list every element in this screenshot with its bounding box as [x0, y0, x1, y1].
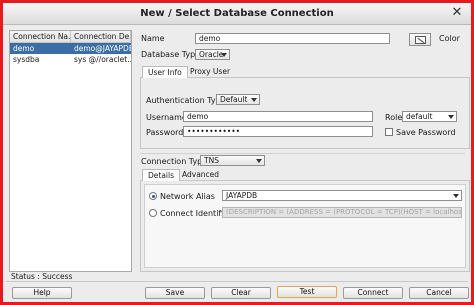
- connection-list[interactable]: Connection Na... Connection De... demo d…: [9, 30, 132, 272]
- network-alias-select[interactable]: JAYAPDB: [222, 190, 462, 201]
- chevron-down-icon: [251, 98, 257, 102]
- database-type-value: Oracle: [199, 50, 224, 59]
- tab-details[interactable]: Details: [142, 169, 181, 181]
- connection-row[interactable]: sysdba sys @//oraclet...: [10, 54, 131, 65]
- footer-divider: [6, 281, 468, 282]
- cancel-button[interactable]: Cancel: [409, 287, 469, 299]
- column-header-connection-name[interactable]: Connection Na...: [10, 31, 71, 42]
- section-divider: [140, 153, 465, 154]
- username-input[interactable]: demo: [183, 111, 373, 122]
- connection-details: sys @//oraclet...: [74, 55, 131, 64]
- chevron-down-icon: [221, 53, 227, 57]
- save-password-checkbox[interactable]: [385, 128, 393, 136]
- save-button[interactable]: Save: [145, 287, 205, 299]
- connection-name: demo: [13, 44, 35, 53]
- role-label: Role: [385, 113, 403, 122]
- authentication-type-label: Authentication Type: [146, 96, 226, 105]
- color-button[interactable]: [409, 33, 431, 46]
- color-label: Color: [439, 34, 460, 43]
- connect-identifier-label: Connect Identifier: [160, 209, 232, 218]
- connection-details: demo@JAYAPDB: [74, 44, 131, 53]
- database-type-label: Database Type: [141, 50, 201, 59]
- role-value: default: [406, 112, 433, 121]
- connection-list-header: Connection Na... Connection De...: [10, 31, 131, 43]
- test-button[interactable]: Test: [277, 286, 337, 298]
- connection-type-label: Connection Type: [141, 157, 208, 166]
- clear-button[interactable]: Clear: [211, 287, 271, 299]
- tab-user-info[interactable]: User Info: [142, 66, 188, 78]
- title-bar: New / Select Database Connection ✕: [3, 3, 471, 25]
- chevron-down-icon: [453, 194, 459, 198]
- network-alias-radio[interactable]: [149, 192, 157, 200]
- color-swatch-icon: [415, 36, 426, 44]
- connection-type-value: TNS: [204, 156, 219, 165]
- status-text: Status : Success: [11, 272, 73, 281]
- connection-name: sysdba: [13, 55, 40, 64]
- tab-proxy-user[interactable]: Proxy User: [185, 66, 235, 78]
- close-icon[interactable]: ✕: [449, 5, 465, 21]
- save-password-label: Save Password: [396, 128, 456, 137]
- help-button[interactable]: Help: [12, 287, 72, 299]
- tab-advanced[interactable]: Advanced: [177, 169, 224, 181]
- connect-identifier-input: (DESCRIPTION = (ADDRESS = (PROTOCOL = TC…: [222, 207, 462, 218]
- database-type-select[interactable]: Oracle: [195, 49, 230, 60]
- window-title: New / Select Database Connection: [140, 8, 334, 19]
- column-header-connection-details[interactable]: Connection De...: [71, 31, 131, 42]
- chevron-down-icon: [256, 159, 262, 163]
- role-select[interactable]: default: [402, 111, 457, 122]
- password-label: Password: [146, 128, 184, 137]
- dialog-window: New / Select Database Connection ✕ Conne…: [0, 0, 474, 305]
- connection-row[interactable]: demo demo@JAYAPDB: [10, 43, 131, 54]
- authentication-type-value: Default: [220, 95, 248, 104]
- name-label: Name: [141, 34, 165, 43]
- name-input[interactable]: demo: [195, 33, 390, 44]
- password-input[interactable]: ••••••••••••: [183, 126, 373, 137]
- connect-button[interactable]: Connect: [343, 287, 403, 299]
- connect-identifier-radio[interactable]: [149, 209, 157, 217]
- network-alias-label: Network Alias: [160, 192, 215, 201]
- connection-type-select[interactable]: TNS: [200, 155, 265, 166]
- chevron-down-icon: [448, 115, 454, 119]
- authentication-type-select[interactable]: Default: [216, 94, 260, 105]
- network-alias-value: JAYAPDB: [226, 191, 258, 200]
- username-label: Username: [146, 113, 187, 122]
